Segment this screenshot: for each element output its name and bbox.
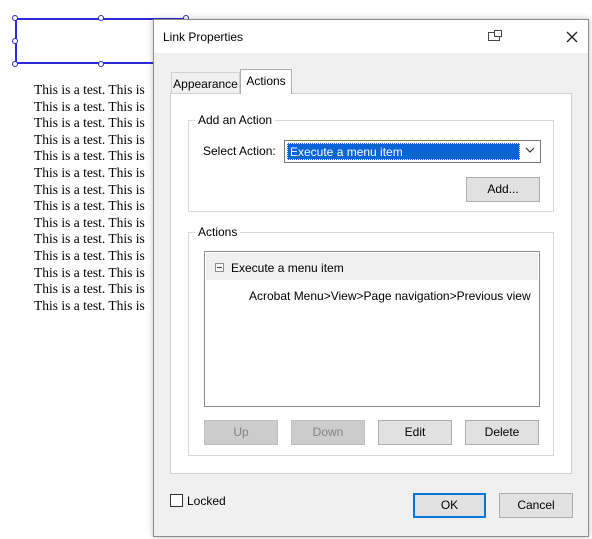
locked-checkbox[interactable] (170, 494, 183, 507)
document-line: This is a test. This is (34, 214, 145, 230)
actions-tab-panel: Add an Action Select Action: Execute a m… (170, 93, 572, 474)
document-line: This is a test. This is (34, 115, 145, 131)
tab-appearance[interactable]: Appearance (171, 72, 240, 93)
document-line: This is a test. This is (34, 181, 145, 197)
tree-row-parent[interactable]: Execute a menu item (206, 253, 538, 280)
window-restore-icon[interactable] (488, 30, 502, 42)
ok-button[interactable]: OK (413, 493, 486, 518)
document-line: This is a test. This is (34, 231, 145, 247)
document-line: This is a test. This is (34, 264, 145, 280)
actions-group: Actions Execute a menu item Acrobat Menu… (188, 225, 554, 456)
select-action-dropdown[interactable]: Execute a menu item (284, 140, 541, 163)
document-line: This is a test. This is (34, 297, 145, 313)
actions-group-label: Actions (195, 225, 241, 239)
locked-label: Locked (187, 494, 226, 508)
resize-handle[interactable] (12, 15, 18, 21)
tree-child-item[interactable]: Acrobat Menu>View>Page navigation>Previo… (249, 289, 531, 303)
add-button[interactable]: Add... (466, 177, 540, 202)
edit-button[interactable]: Edit (378, 420, 452, 445)
select-action-value: Execute a menu item (287, 143, 520, 160)
document-text: This is a test. This is This is a test. … (34, 82, 145, 314)
document-line: This is a test. This is (34, 98, 145, 114)
document-line: This is a test. This is (34, 82, 145, 97)
resize-handle[interactable] (12, 61, 18, 67)
chevron-down-icon[interactable] (525, 146, 535, 154)
resize-handle[interactable] (12, 38, 18, 44)
close-icon[interactable] (561, 26, 583, 48)
title-bar[interactable]: Link Properties (154, 20, 588, 53)
actions-list[interactable]: Execute a menu item Acrobat Menu>View>Pa… (204, 251, 540, 407)
link-properties-dialog: Link Properties Appearance Actions Add a… (153, 19, 589, 537)
document-line: This is a test. This is (34, 198, 145, 214)
document-line: This is a test. This is (34, 164, 145, 180)
document-line: This is a test. This is (34, 148, 145, 164)
document-line: This is a test. This is (34, 281, 145, 297)
up-button[interactable]: Up (204, 420, 278, 445)
down-button[interactable]: Down (291, 420, 365, 445)
resize-handle[interactable] (98, 61, 104, 67)
add-action-group: Add an Action Select Action: Execute a m… (188, 113, 554, 212)
document-line: This is a test. This is (34, 131, 145, 147)
select-action-label: Select Action: (203, 144, 276, 158)
document-line: This is a test. This is (34, 247, 145, 263)
tab-actions[interactable]: Actions (240, 69, 292, 94)
resize-handle[interactable] (98, 15, 104, 21)
tree-parent-label: Execute a menu item (231, 261, 344, 275)
cancel-button[interactable]: Cancel (499, 493, 573, 518)
collapse-icon[interactable] (215, 263, 224, 272)
dialog-title: Link Properties (163, 30, 244, 44)
add-action-group-label: Add an Action (195, 113, 276, 127)
delete-button[interactable]: Delete (465, 420, 539, 445)
